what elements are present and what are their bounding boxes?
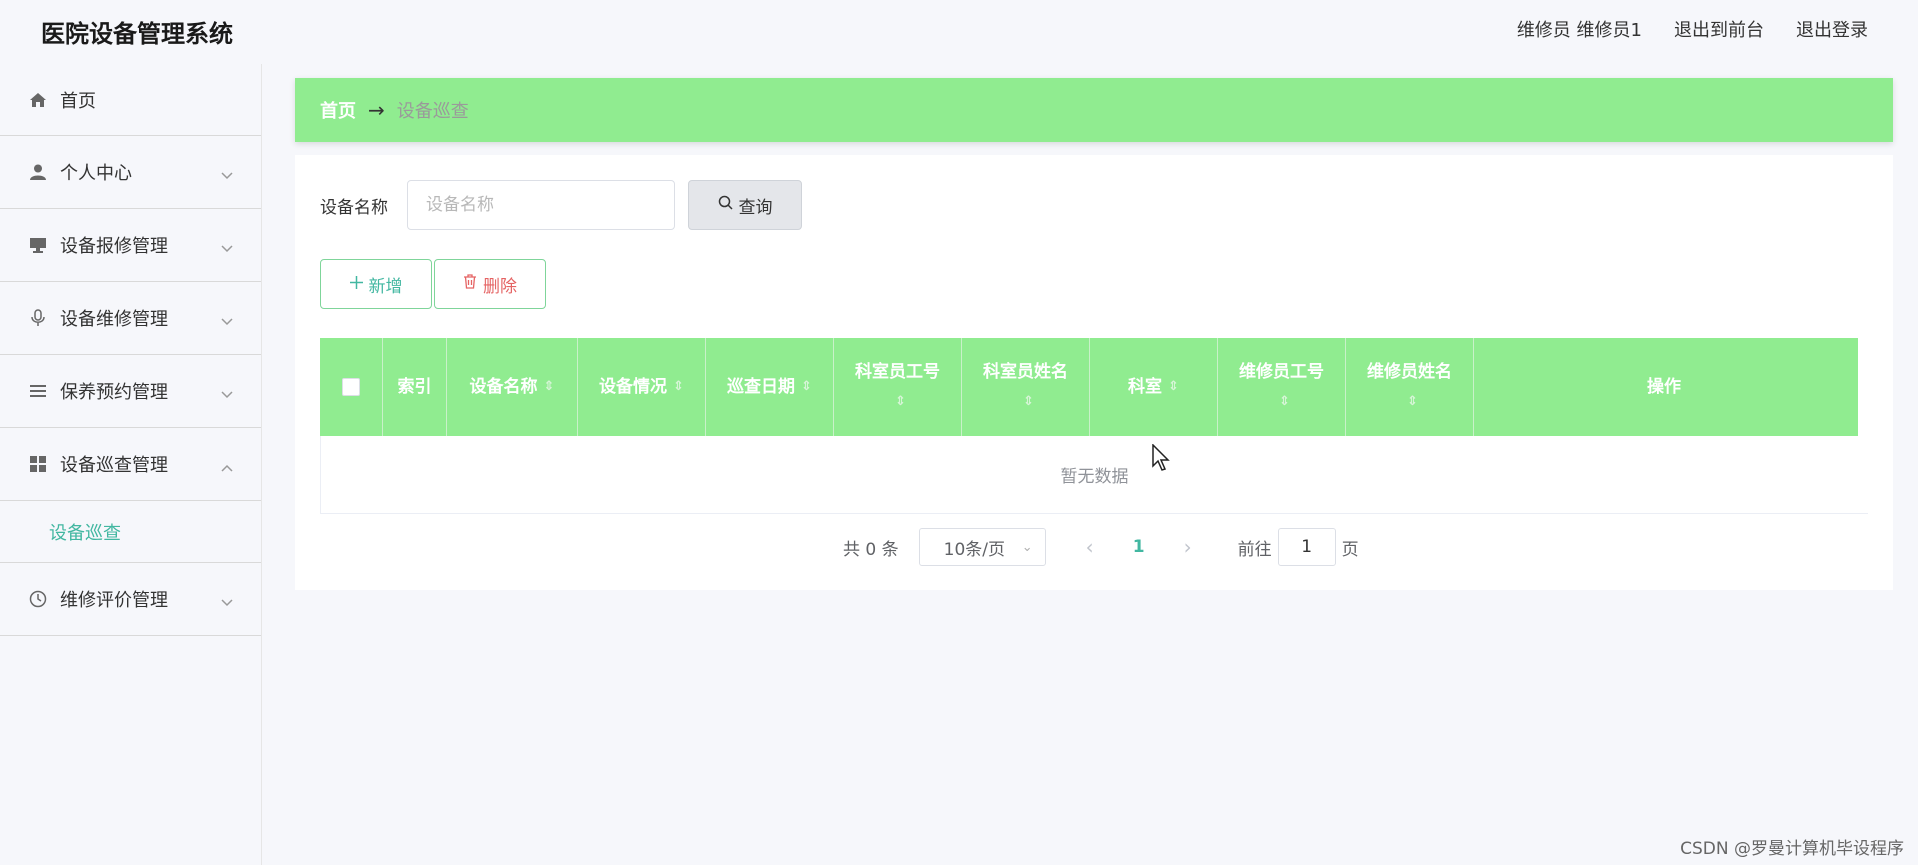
search-button-label: 查询: [738, 197, 773, 218]
search-button[interactable]: 查询: [688, 180, 802, 230]
breadcrumb-arrow: →: [368, 98, 385, 122]
column-label: 科室员姓名: [983, 362, 1068, 382]
sort-icon[interactable]: ⇕: [801, 372, 812, 402]
breadcrumb-home[interactable]: 首页: [320, 97, 356, 123]
chevron-down-icon: [221, 164, 233, 185]
inspection-table: 索引 设备名称 ⇕ 设备情况 ⇕ 巡查日期 ⇕ 科室员工号 ⇕ 科室员姓名 ⇕ 科室 ⇕: [320, 338, 1868, 514]
app-header: 医院设备管理系统 维修员 维修员1 退出到前台 退出登录: [0, 0, 1918, 58]
column-header-device-status[interactable]: 设备情况 ⇕: [578, 338, 706, 436]
user-icon: [28, 162, 48, 182]
sort-icon[interactable]: ⇕: [895, 387, 906, 417]
column-label: 设备名称: [469, 377, 538, 397]
table-empty-row: 暂无数据: [320, 436, 1868, 514]
prev-page-button[interactable]: ‹: [1066, 535, 1114, 559]
sidebar-item-repair-management[interactable]: 设备维修管理: [0, 282, 261, 355]
header-actions: 维修员 维修员1 退出到前台 退出登录: [1517, 16, 1868, 42]
breadcrumb-current: 设备巡查: [396, 101, 469, 122]
sidebar-item-label: 维修评价管理: [60, 590, 168, 611]
goto-suffix: 页: [1341, 539, 1359, 560]
column-label: 维修员工号: [1239, 362, 1324, 382]
column-label: 维修员姓名: [1367, 362, 1452, 382]
column-label: 科室: [1128, 377, 1163, 397]
logout-link[interactable]: 退出登录: [1796, 16, 1868, 42]
sidebar: 首页 个人中心 设备报修管理 设备维修管理 保养预约管理 设备巡查管理 设备巡查…: [0, 64, 262, 865]
chevron-down-icon: [221, 591, 233, 612]
breadcrumb: 首页 → 设备巡查: [295, 78, 1893, 142]
sort-icon[interactable]: ⇕: [1279, 387, 1290, 417]
column-label: 科室员工号: [855, 362, 940, 382]
select-all-checkbox[interactable]: [342, 378, 360, 396]
delete-button-label: 删除: [483, 276, 517, 297]
sidebar-item-repair-request[interactable]: 设备报修管理: [0, 209, 261, 282]
add-button-label: 新增: [368, 276, 403, 297]
sort-icon[interactable]: ⇕: [673, 372, 684, 402]
sort-icon[interactable]: ⇕: [1023, 387, 1034, 417]
main-panel: 设备名称 查询 新增 删除 索引 设备名称⇕ 设: [295, 155, 1893, 590]
page-size-value: 10条/页: [943, 539, 1005, 560]
back-to-front-link[interactable]: 退出到前台: [1674, 16, 1764, 42]
column-header-dept-staff-name[interactable]: 科室员姓名 ⇕: [962, 338, 1090, 436]
sidebar-item-label: 保养预约管理: [60, 382, 168, 403]
sidebar-item-label: 设备报修管理: [60, 236, 168, 257]
list-icon: [28, 381, 48, 401]
select-all-cell: [320, 338, 383, 436]
app-title: 医院设备管理系统: [41, 20, 233, 48]
chevron-up-icon: [221, 456, 233, 477]
plus-icon: [349, 274, 363, 294]
table-header: 索引 设备名称 ⇕ 设备情况 ⇕ 巡查日期 ⇕ 科室员工号 ⇕ 科室员姓名 ⇕ 科室 ⇕: [320, 338, 1858, 436]
sidebar-item-inspection-management[interactable]: 设备巡查管理: [0, 428, 261, 501]
mouse-cursor-icon: [1152, 443, 1172, 476]
home-icon: [28, 90, 48, 110]
search-input[interactable]: [407, 180, 675, 230]
pagination: 共 0 条 10条/页 ⌄ ‹ 1 › 前往 页: [843, 528, 1359, 566]
next-page-button[interactable]: ›: [1164, 535, 1212, 559]
goto-page-input[interactable]: [1277, 528, 1336, 566]
column-label: 设备情况: [599, 377, 668, 397]
sidebar-subitem-inspection[interactable]: 设备巡查: [0, 501, 261, 563]
sidebar-item-personal-center[interactable]: 个人中心: [0, 136, 261, 209]
column-label: 操作: [1647, 377, 1681, 397]
chevron-down-icon: [221, 310, 233, 331]
sidebar-item-maintenance-booking[interactable]: 保养预约管理: [0, 355, 261, 428]
delete-button[interactable]: 删除: [434, 259, 546, 309]
pagination-total: 共 0 条: [843, 539, 899, 560]
trash-icon: [463, 274, 477, 294]
column-header-device-name[interactable]: 设备名称 ⇕: [447, 338, 578, 436]
page-size-select[interactable]: 10条/页 ⌄: [918, 528, 1046, 566]
column-header-repairer-id[interactable]: 维修员工号 ⇕: [1218, 338, 1346, 436]
chevron-down-icon: [221, 383, 233, 404]
clock-icon: [28, 589, 48, 609]
grid-icon: [28, 454, 48, 474]
sidebar-item-repair-evaluation[interactable]: 维修评价管理: [0, 563, 261, 636]
empty-text: 暂无数据: [1060, 467, 1129, 487]
column-header-inspection-date[interactable]: 巡查日期 ⇕: [706, 338, 834, 436]
sort-icon[interactable]: ⇕: [1407, 387, 1418, 417]
add-button[interactable]: 新增: [320, 259, 432, 309]
column-header-actions: 操作: [1474, 338, 1854, 436]
column-label: 巡查日期: [727, 377, 796, 397]
page-number-current[interactable]: 1: [1114, 537, 1164, 557]
monitor-icon: [28, 235, 48, 255]
sidebar-item-home[interactable]: 首页: [0, 64, 261, 136]
chevron-down-icon: ⌄: [1021, 539, 1033, 555]
column-label: 索引: [397, 377, 432, 397]
sidebar-item-label: 首页: [60, 90, 96, 112]
sidebar-item-label: 设备巡查管理: [60, 455, 168, 476]
search-icon: [718, 195, 733, 215]
column-header-dept-staff-id[interactable]: 科室员工号 ⇕: [834, 338, 962, 436]
microphone-icon: [28, 308, 48, 328]
column-header-department[interactable]: 科室 ⇕: [1090, 338, 1218, 436]
search-label: 设备名称: [320, 198, 388, 218]
sort-icon[interactable]: ⇕: [544, 372, 555, 402]
sidebar-item-label: 个人中心: [60, 163, 132, 184]
column-header-index: 索引: [383, 338, 447, 436]
chevron-down-icon: [221, 237, 233, 258]
sidebar-item-label: 设备维修管理: [60, 309, 168, 330]
current-user: 维修员 维修员1: [1516, 20, 1642, 41]
sort-icon[interactable]: ⇕: [1168, 372, 1179, 402]
watermark: CSDN @罗曼计算机毕设程序: [1680, 839, 1904, 859]
goto-label: 前往: [1237, 539, 1272, 560]
column-header-repairer-name[interactable]: 维修员姓名 ⇕: [1346, 338, 1474, 436]
